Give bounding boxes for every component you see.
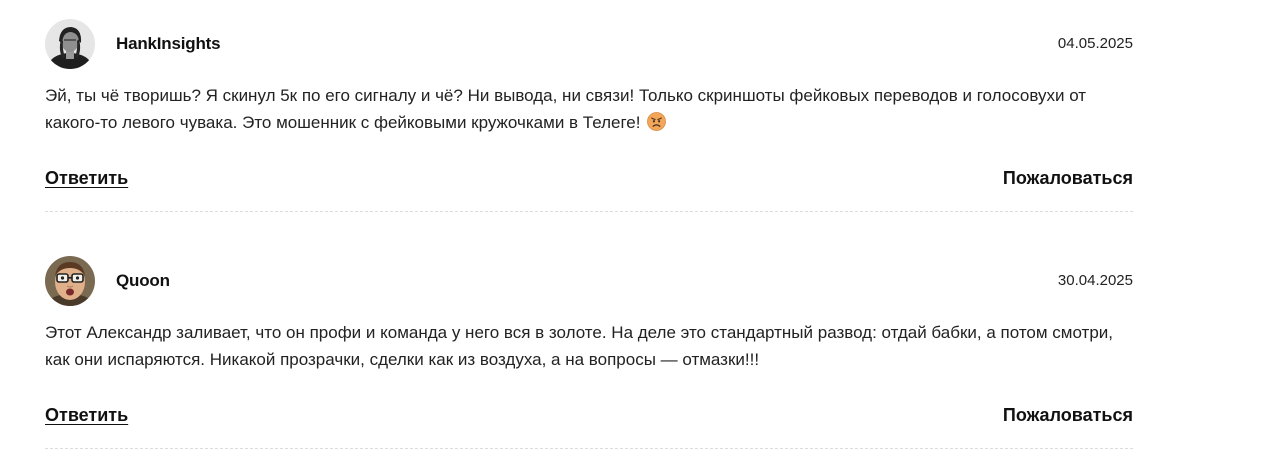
comment-header: HankInsights 04.05.2025 xyxy=(45,19,1133,69)
angry-face-icon xyxy=(647,112,667,139)
comment-body: Этот Александр заливает, что он профи и … xyxy=(45,319,1133,373)
avatar[interactable] xyxy=(45,19,95,69)
comment-text: Эй, ты чё творишь? Я скинул 5к по его си… xyxy=(45,86,1087,132)
avatar[interactable] xyxy=(45,256,95,306)
avatar-man-glasses-icon xyxy=(45,256,95,306)
reply-button[interactable]: Ответить xyxy=(45,405,128,426)
avatar-man-dark-hair-icon xyxy=(45,19,95,69)
divider xyxy=(45,448,1133,449)
report-button[interactable]: Пожаловаться xyxy=(1003,168,1133,189)
comment-date: 04.05.2025 xyxy=(1057,35,1133,52)
comment-author: Quoon xyxy=(116,271,170,290)
comment-text: Этот Александр заливает, что он профи и … xyxy=(45,323,1114,369)
comment-item: Quoon 30.04.2025 Этот Александр заливает… xyxy=(45,237,1133,474)
comment-body: Эй, ты чё творишь? Я скинул 5к по его си… xyxy=(45,82,1133,139)
comment-header: Quoon 30.04.2025 xyxy=(45,256,1133,306)
divider xyxy=(45,211,1133,212)
comment-author: HankInsights xyxy=(116,34,221,53)
comment-item: HankInsights 04.05.2025 Эй, ты чё твориш… xyxy=(45,0,1133,237)
comment-date: 30.04.2025 xyxy=(1057,272,1133,289)
reply-button[interactable]: Ответить xyxy=(45,168,128,189)
report-button[interactable]: Пожаловаться xyxy=(1003,405,1133,426)
